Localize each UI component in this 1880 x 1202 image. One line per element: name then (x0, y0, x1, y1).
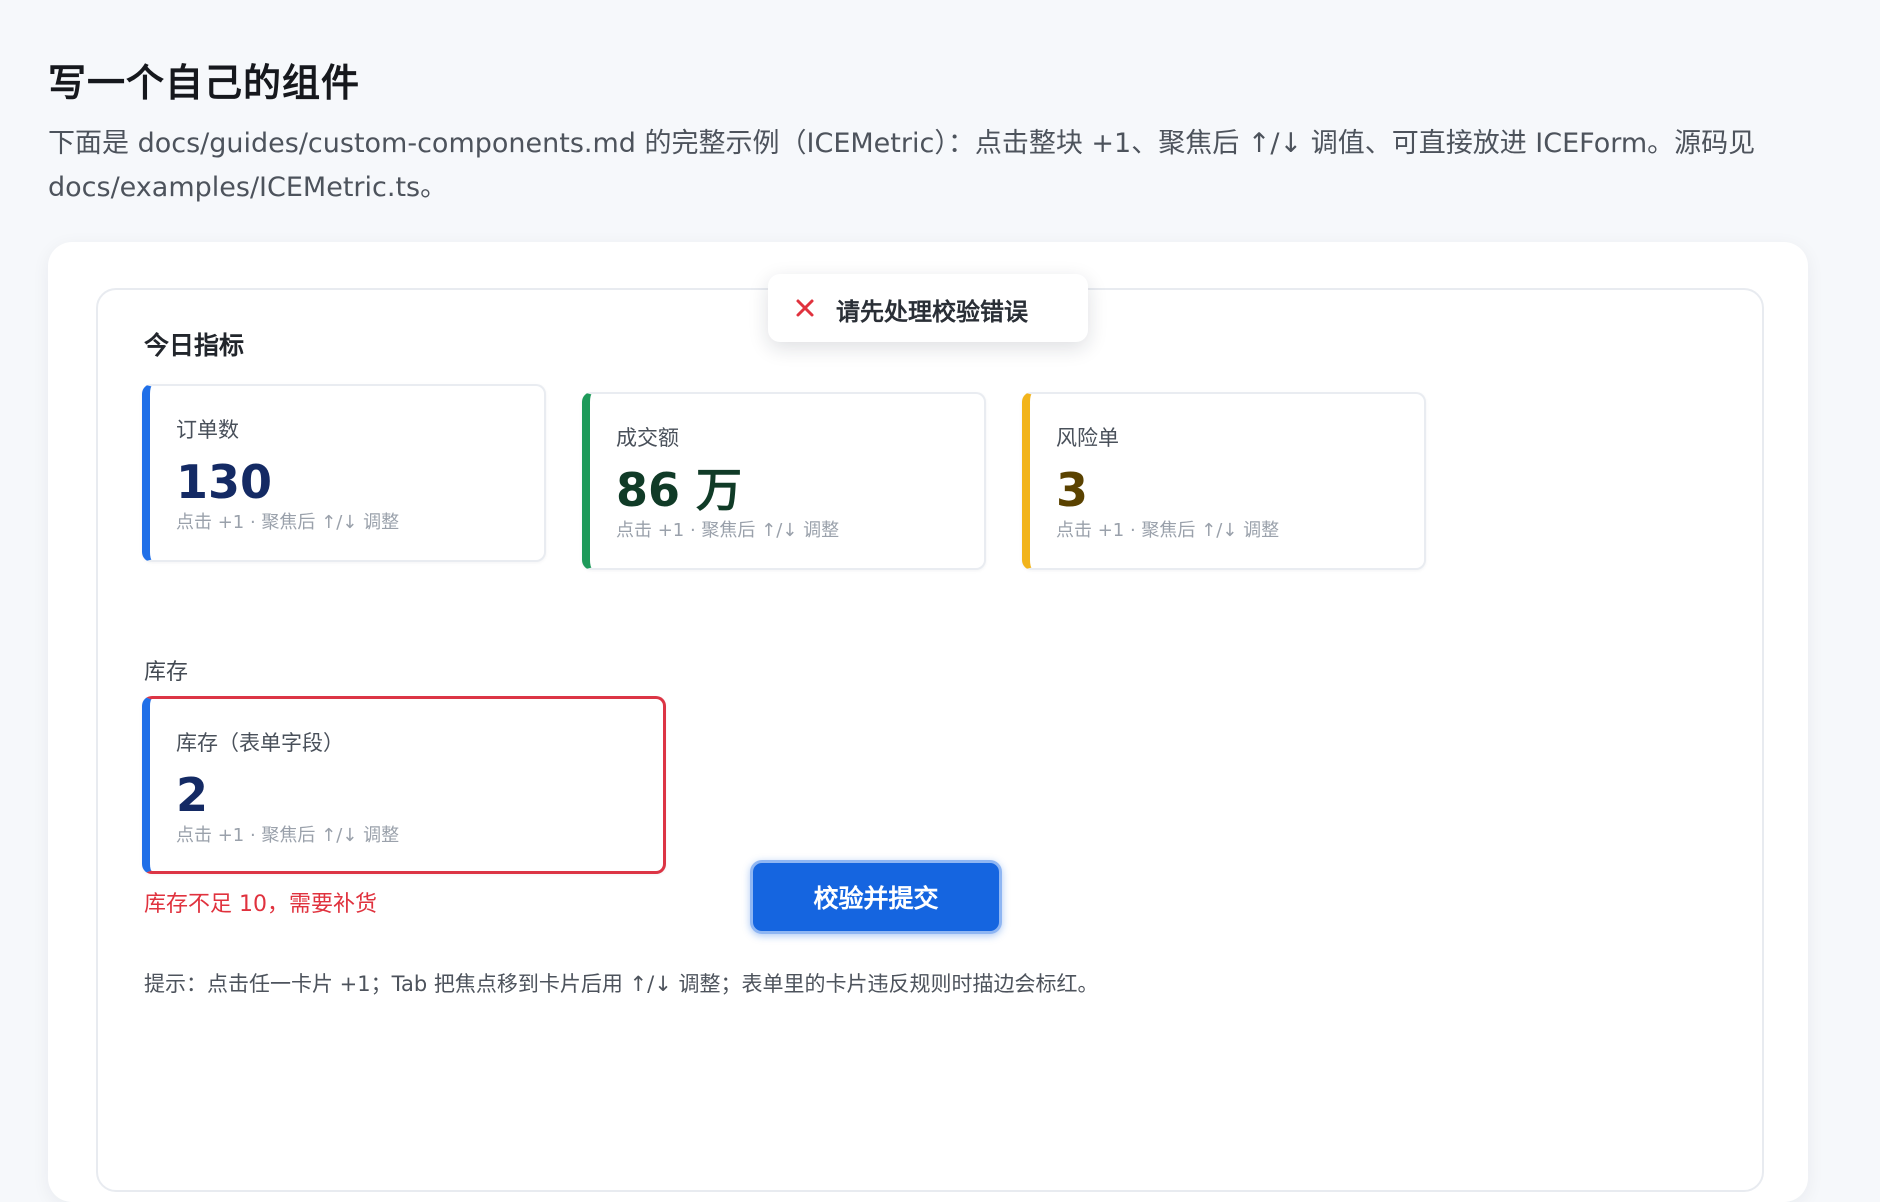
stock-section-label: 库存 (144, 660, 189, 685)
metric-hint: 点击 +1 · 聚焦后 ↑/↓ 调整 (176, 825, 400, 846)
metric-card-deals[interactable]: 成交额 86 万 点击 +1 · 聚焦后 ↑/↓ 调整 (582, 392, 986, 570)
metric-value: 130 (176, 455, 273, 509)
metric-value: 86 万 (616, 463, 743, 517)
metric-hint: 点击 +1 · 聚焦后 ↑/↓ 调整 (616, 520, 840, 541)
metric-label: 成交额 (616, 426, 679, 450)
page-description: 下面是 docs/guides/custom-components.md 的完整… (48, 128, 1756, 203)
metric-card-risk[interactable]: 风险单 3 点击 +1 · 聚焦后 ↑/↓ 调整 (1022, 392, 1426, 570)
close-icon (790, 293, 820, 323)
metrics-section-title: 今日指标 (144, 331, 245, 360)
stock-error-message: 库存不足 10，需要补货 (144, 892, 377, 917)
metric-value: 2 (176, 768, 209, 822)
metric-label: 订单数 (176, 418, 239, 442)
error-toast: 请先处理校验错误 (768, 274, 1088, 342)
page-title: 写一个自己的组件 (48, 61, 361, 105)
metric-hint: 点击 +1 · 聚焦后 ↑/↓ 调整 (176, 512, 400, 533)
tip-text: 提示：点击任一卡片 +1；Tab 把焦点移到卡片后用 ↑/↓ 调整；表单里的卡片… (144, 972, 1099, 996)
metric-value: 3 (1056, 463, 1089, 517)
metric-card-stock[interactable]: 库存（表单字段） 2 点击 +1 · 聚焦后 ↑/↓ 调整 (142, 696, 666, 874)
validate-submit-button[interactable]: 校验并提交 (750, 860, 1002, 934)
toast-message: 请先处理校验错误 (836, 298, 1028, 326)
metric-card-orders[interactable]: 订单数 130 点击 +1 · 聚焦后 ↑/↓ 调整 (142, 384, 546, 562)
metric-label: 库存（表单字段） (176, 731, 344, 755)
metric-hint: 点击 +1 · 聚焦后 ↑/↓ 调整 (1056, 520, 1280, 541)
metric-label: 风险单 (1056, 426, 1119, 450)
